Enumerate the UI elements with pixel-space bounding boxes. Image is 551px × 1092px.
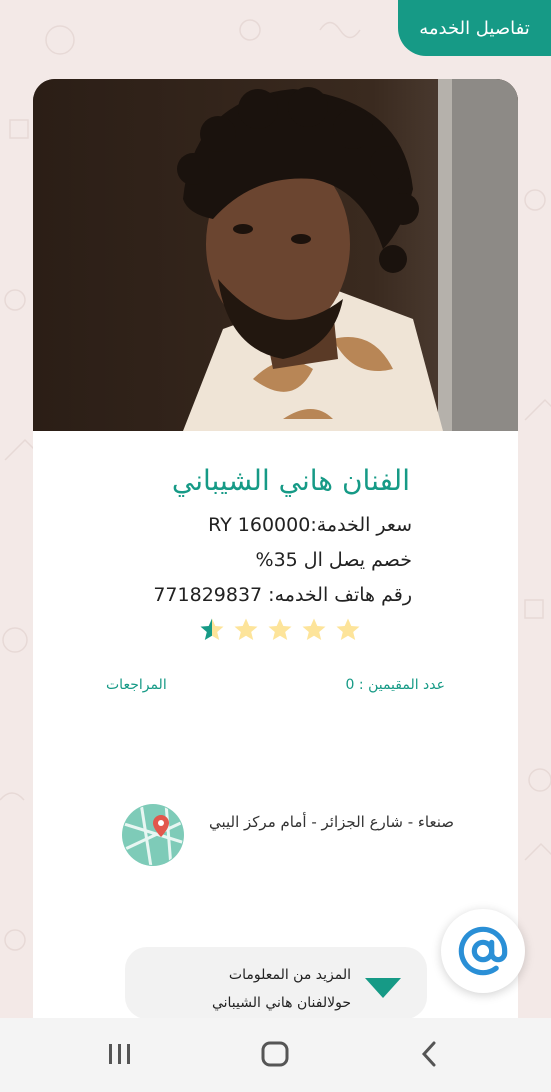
system-nav-bar (0, 1018, 551, 1092)
address-text: صنعاء - شارع الجزائر - أمام مركز اليبي (208, 813, 454, 831)
map-pin-icon[interactable] (121, 803, 185, 867)
at-sign-icon (458, 926, 508, 976)
discount-text: خصم يصل ال 35% (255, 549, 412, 571)
rating-stars[interactable] (199, 617, 361, 643)
recent-apps-icon[interactable] (106, 1036, 134, 1072)
at-sign-button[interactable] (441, 909, 525, 993)
more-info-line2: حولالفنان هاني الشيباني (211, 995, 351, 1011)
star-icon[interactable] (301, 617, 327, 643)
star-icon[interactable] (335, 617, 361, 643)
star-icon[interactable] (267, 617, 293, 643)
page-title: تفاصيل الخدمه (398, 0, 551, 56)
home-icon[interactable] (260, 1036, 290, 1072)
star-icon[interactable] (233, 617, 259, 643)
chevron-down-icon (365, 978, 401, 998)
phone-text: رقم هاتف الخدمه: 771829837 (153, 584, 412, 606)
service-name: الفنان هاني الشيباني (171, 464, 410, 497)
more-info-text: المزيد من المعلومات حولالفنان هاني الشيب… (212, 961, 351, 1017)
raters-count: عدد المقيمين : 0 (345, 677, 445, 693)
star-icon[interactable] (199, 617, 225, 643)
reviews-link[interactable]: المراجعات (106, 677, 167, 693)
more-info-button[interactable]: المزيد من المعلومات حولالفنان هاني الشيب… (125, 947, 427, 1018)
more-info-line1: المزيد من المعلومات (228, 967, 351, 983)
price-text: سعر الخدمة:RY 160000 (208, 514, 412, 536)
service-card: الفنان هاني الشيباني سعر الخدمة:RY 16000… (33, 79, 518, 1018)
service-photo (33, 79, 518, 431)
back-icon[interactable] (418, 1036, 442, 1072)
